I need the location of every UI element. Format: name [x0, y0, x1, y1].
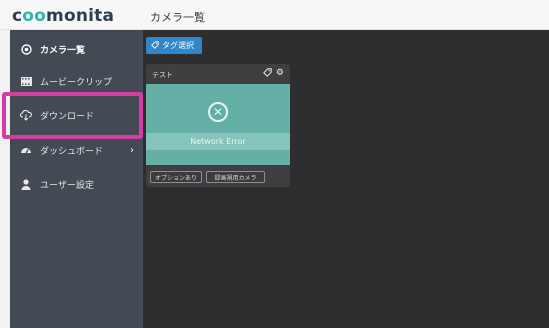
- camera-card-header: テスト ⚙: [146, 64, 290, 84]
- tag-outline-icon[interactable]: [263, 68, 272, 80]
- camera-preview[interactable]: ✕ Network Error: [146, 84, 290, 165]
- download-highlight-box: [2, 92, 143, 139]
- camera-card[interactable]: テスト ⚙ ✕ Network Error オプションあり 録画視用カメラ: [146, 64, 290, 187]
- tag-select-label: タグ選択: [162, 41, 194, 50]
- film-icon: [20, 75, 32, 87]
- error-circle-icon: ✕: [208, 102, 228, 122]
- camera-tag-chip[interactable]: 録画視用カメラ: [206, 171, 265, 183]
- logo-suffix: monita: [46, 6, 115, 26]
- main-content: タグ選択 テスト ⚙ ✕ Network Error オプションあり 録画視用カ…: [143, 30, 549, 328]
- sidebar-item-label: ムービークリップ: [40, 77, 113, 88]
- sidebar: カメラ一覧 ムービークリップ ダウンロード ダッシュボード › ユーザー設定: [10, 30, 143, 328]
- app-root: coomonita カメラ一覧 カメラ一覧 ムービークリップ ダウンロード ダッ…: [0, 0, 549, 328]
- camera-card-title: テスト: [152, 71, 173, 79]
- sidebar-item-camera-list[interactable]: カメラ一覧: [10, 32, 143, 66]
- left-margin: [0, 30, 10, 328]
- app-logo[interactable]: coomonita: [12, 6, 114, 26]
- sidebar-item-label: ユーザー設定: [40, 180, 94, 191]
- sidebar-item-label: カメラ一覧: [40, 45, 86, 56]
- dashboard-icon: [20, 144, 32, 156]
- chevron-right-icon: ›: [130, 144, 134, 156]
- network-error-message: Network Error: [146, 133, 290, 150]
- top-header: coomonita カメラ一覧: [0, 0, 549, 30]
- sidebar-item-user-settings[interactable]: ユーザー設定: [10, 167, 143, 201]
- page-title: カメラ一覧: [150, 11, 205, 24]
- camera-circle-icon: [20, 43, 32, 55]
- gear-icon[interactable]: ⚙: [276, 68, 284, 80]
- logo-prefix: c: [12, 6, 23, 26]
- tag-select-button[interactable]: タグ選択: [146, 37, 202, 54]
- logo-oo: oo: [22, 6, 47, 26]
- camera-card-actions: ⚙: [263, 68, 284, 80]
- user-icon: [20, 178, 32, 190]
- camera-tag-chip[interactable]: オプションあり: [150, 171, 202, 183]
- tag-icon: [151, 40, 159, 51]
- sidebar-item-label: ダッシュボード: [40, 146, 104, 157]
